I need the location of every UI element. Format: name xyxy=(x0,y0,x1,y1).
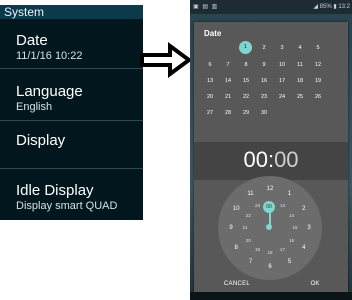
calendar-day[interactable]: 4 xyxy=(292,42,308,54)
clock-hour-inner[interactable]: 18 xyxy=(264,248,276,258)
settings-item-subtitle: English xyxy=(16,101,53,113)
status-info: ◢ 85% ▮ 13:2 xyxy=(313,4,350,10)
calendar-day[interactable]: 7 xyxy=(220,59,236,71)
clock-hour-outer[interactable]: 9 xyxy=(225,223,237,233)
settings-item-subtitle: 11/1/16 10:22 xyxy=(16,50,83,62)
calendar-day[interactable]: 2 xyxy=(256,42,272,54)
clock-hour-inner[interactable]: 21 xyxy=(239,223,251,233)
clock-hour-inner[interactable]: 17 xyxy=(277,245,289,255)
clock-hour-outer[interactable]: 11 xyxy=(245,189,257,199)
settings-item-subtitle: Display smart QUAD xyxy=(16,200,118,212)
time-text: 00:00 xyxy=(194,147,348,173)
calendar-day[interactable]: 3 xyxy=(274,42,290,54)
calendar-day[interactable]: 17 xyxy=(274,75,290,87)
clock-hour-inner[interactable]: 23 xyxy=(252,201,264,211)
time-display: 00:00 xyxy=(194,142,348,180)
calendar-day-selected[interactable]: 1 xyxy=(239,41,252,54)
calendar-day[interactable]: 5 xyxy=(310,42,326,54)
calendar-day[interactable]: 20 xyxy=(202,91,218,103)
calendar-day[interactable]: 25 xyxy=(292,91,308,103)
settings-item-title: Language xyxy=(16,83,83,100)
status-bar: ▣ ▤ ▥ ◢ 85% ▮ 13:2 xyxy=(190,0,352,14)
clock-hour-outer[interactable]: 5 xyxy=(284,257,296,267)
calendar-day[interactable]: 30 xyxy=(256,107,272,119)
calendar-grid: 1 2 3 4 5 6 7 8 9 10 11 12 13 14 15 16 17 18 19 20 21 22 23 24 2… xyxy=(194,22,348,132)
settings-panel: System Date 11/1/16 10:22 Language Engli… xyxy=(0,5,143,220)
time-hours[interactable]: 00 xyxy=(243,147,267,172)
time-minutes[interactable]: 00 xyxy=(274,147,298,172)
clock-hour-inner[interactable]: 15 xyxy=(289,223,301,233)
settings-item-title: Date xyxy=(16,32,48,49)
calendar-day[interactable]: 26 xyxy=(310,91,326,103)
clock-hour-outer[interactable]: 8 xyxy=(230,243,242,253)
clock-hour-outer[interactable]: 7 xyxy=(245,257,257,267)
clock-selected-hour[interactable]: 00 xyxy=(263,201,275,213)
clock-hour-inner[interactable]: 19 xyxy=(252,245,264,255)
clock-hour-inner[interactable]: 22 xyxy=(242,211,254,221)
settings-item-date[interactable]: Date 11/1/16 10:22 xyxy=(0,21,143,69)
clock-hour-outer[interactable]: 1 xyxy=(284,189,296,199)
clock-hour-outer[interactable]: 2 xyxy=(298,204,310,214)
settings-header: System xyxy=(0,5,143,19)
settings-item-title: Idle Display xyxy=(16,182,94,199)
calendar-day[interactable]: 24 xyxy=(274,91,290,103)
calendar-day[interactable]: 21 xyxy=(220,91,236,103)
calendar-day[interactable]: 6 xyxy=(202,59,218,71)
calendar-day[interactable]: 13 xyxy=(202,75,218,87)
calendar-day[interactable]: 22 xyxy=(238,91,254,103)
clock-hour-outer[interactable]: 3 xyxy=(303,223,315,233)
ok-button[interactable]: OK xyxy=(290,278,340,290)
clock-hour-outer[interactable]: 10 xyxy=(230,204,242,214)
calendar-day[interactable]: 12 xyxy=(310,59,326,71)
navigation-bar xyxy=(190,292,352,300)
settings-item-language[interactable]: Language English xyxy=(0,69,143,121)
clock-hour-outer[interactable]: 4 xyxy=(298,243,310,253)
calendar-day[interactable]: 28 xyxy=(220,107,236,119)
notification-icons: ▣ ▤ ▥ xyxy=(193,4,219,10)
calendar-day[interactable]: 29 xyxy=(238,107,254,119)
settings-item-display[interactable]: Display xyxy=(0,121,143,169)
clock-hour-outer[interactable]: 6 xyxy=(264,262,276,272)
calendar-day[interactable]: 23 xyxy=(256,91,272,103)
clock-dial[interactable]: 12 1 2 3 4 5 6 7 8 9 10 11 00 13 14 15 16 17 18 19 20 21 22 23 xyxy=(218,176,322,280)
calendar-day[interactable]: 9 xyxy=(256,59,272,71)
calendar-day[interactable]: 14 xyxy=(220,75,236,87)
settings-item-title: Display xyxy=(16,132,66,149)
calendar-day[interactable]: 8 xyxy=(238,59,254,71)
cancel-button[interactable]: CANCEL xyxy=(212,278,262,290)
calendar-day[interactable]: 16 xyxy=(256,75,272,87)
calendar-day[interactable]: 11 xyxy=(292,59,308,71)
calendar-day[interactable]: 18 xyxy=(292,75,308,87)
calendar-day[interactable]: 27 xyxy=(202,107,218,119)
phone-screen: ▣ ▤ ▥ ◢ 85% ▮ 13:2 Date 1 2 3 4 5 6 7 8 9 10 11 12 1… xyxy=(190,0,352,300)
clock-hour-inner[interactable]: 14 xyxy=(286,211,298,221)
date-time-dialog: Date 1 2 3 4 5 6 7 8 9 10 11 12 13 14 15 16 17 18 19 20 21 22… xyxy=(194,22,348,292)
clock-hour-outer[interactable]: 12 xyxy=(264,184,276,194)
clock-hour-inner[interactable]: 20 xyxy=(242,236,254,246)
calendar-day[interactable]: 10 xyxy=(274,59,290,71)
calendar-day[interactable]: 19 xyxy=(310,75,326,87)
clock-center-dot xyxy=(266,224,272,230)
calendar-day[interactable]: 15 xyxy=(238,75,254,87)
right-arrow-icon xyxy=(140,42,192,78)
settings-item-idle-display[interactable]: Idle Display Display smart QUAD xyxy=(0,169,143,220)
